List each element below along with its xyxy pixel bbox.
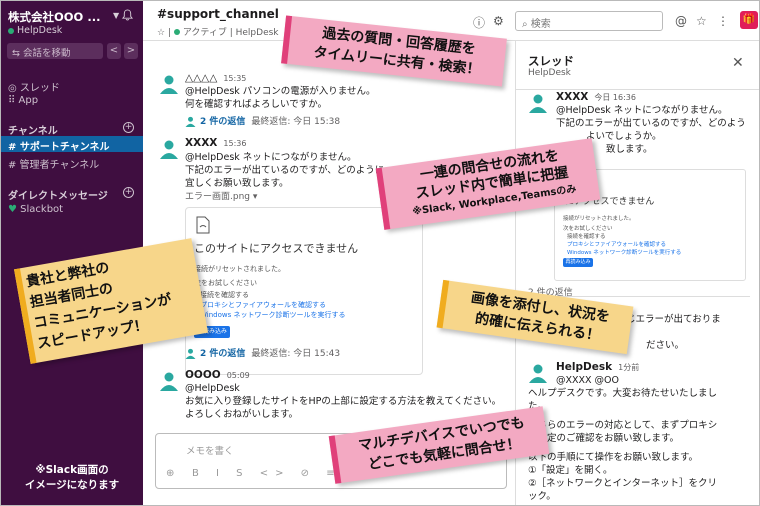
threads-icon: ◎ [8, 83, 20, 94]
message-text: ヘルプデスクです。大変お待たせいたしまし [528, 388, 718, 399]
message-text: お気に入り登録したサイトをHPの上部に設定する方法を教えてください。 [185, 396, 502, 407]
message-text: の設定のご確認をお願い致します。 [528, 433, 680, 444]
error-subtext: 次をお試しください [194, 279, 257, 287]
error-link: プロキシとファイアウォールを確認する [200, 301, 326, 309]
thread-pane: スレッド HelpDesk ✕ XXXX 今日 16:36 @HelpDesk ネ… [515, 41, 759, 505]
sidebar-item-app[interactable]: ⠿ App [8, 95, 38, 106]
message-text: @HelpDesk [185, 383, 240, 394]
error-subtext: 接続がリセットされました。 [194, 265, 285, 273]
avatar [185, 116, 196, 127]
message-text: ②［ネットワークとインターネット］をクリ [528, 478, 718, 489]
message-text: @HelpDesk パソコンの電源が入りません。 [185, 86, 376, 97]
message-text: @HelpDesk ネットにつながりません。 [185, 152, 357, 163]
message-text: ①「設定」を開く。 [528, 465, 613, 476]
message-text: 何を確認すればよろしいですか。 [185, 99, 328, 110]
message-author[interactable]: HelpDesk 1分前 [556, 361, 639, 373]
channels-header[interactable]: チャンネル [8, 122, 58, 137]
error-link: Windows ネットワーク診断ツールを実行する [200, 311, 346, 319]
error-link: 接続を確認する [567, 234, 606, 240]
thread-subtitle[interactable]: HelpDesk [528, 68, 571, 78]
add-dm-icon[interactable]: + [123, 187, 134, 198]
message-text: 下記のエラーが出ているのですが、どのように [185, 165, 385, 176]
error-subtext: 接続がリセットされました。 [563, 216, 635, 222]
sidebar-item-slackbot[interactable]: ♥ Slackbot [8, 204, 63, 215]
forward-button[interactable]: > [124, 43, 138, 59]
divider [516, 89, 759, 90]
error-subtext: 次をお試しください [563, 226, 613, 232]
channel-name[interactable]: #support_channel [157, 7, 279, 21]
message-text: よろしくおねがいします。 [185, 409, 299, 420]
workspace-status: HelpDesk [8, 25, 62, 36]
message-text: ださい。 [646, 340, 685, 351]
message-author[interactable]: OOOO 05:09 [185, 369, 250, 381]
jump-to-box[interactable]: ⇆ 会話を移動 [7, 43, 103, 59]
heart-icon: ♥ [8, 204, 21, 215]
online-dot-icon [8, 27, 14, 34]
info-icon[interactable]: ⓘ [473, 14, 485, 31]
star-icon[interactable]: ☆ [696, 14, 707, 28]
thread-title: スレッド [528, 54, 574, 68]
bell-icon[interactable] [122, 9, 133, 21]
app-grid-icon: ⠿ [8, 95, 19, 106]
slack-screen: 株式会社OOO ... ▼ HelpDesk ⇆ 会話を移動 < > ◎ スレッ… [0, 0, 760, 506]
image-note: ※Slack画面の イメージになります [24, 464, 120, 491]
avatar[interactable] [159, 139, 179, 159]
avatar[interactable] [159, 371, 179, 391]
jump-icon: ⇆ [12, 48, 23, 59]
sidebar-item-admin-channel[interactable]: # 管理者チャンネル [8, 156, 99, 171]
search-icon: ⌕ [522, 19, 531, 30]
channel-meta: ☆ | アクティブ | HelpDesk [157, 28, 279, 38]
attach-icon[interactable]: ⊕ [166, 468, 174, 479]
message-text: 宜しくお願い致します。 [185, 178, 289, 189]
message-text: @XXXX @OO [556, 375, 620, 386]
message-author[interactable]: XXXX 今日 16:36 [556, 91, 636, 103]
message-text: こちらのエラーの対応として、まずプロキシ [528, 420, 718, 431]
message-text: じエラーが出ておりま [626, 314, 721, 325]
star-icon[interactable]: ☆ [157, 28, 165, 38]
error-link: プロキシとファイアウォールを確認する [567, 242, 667, 248]
avatar[interactable] [528, 93, 548, 113]
close-icon[interactable]: ✕ [732, 55, 744, 71]
thread-replies-link[interactable]: 2 件の返信 最終返信: 今日 15:38 [185, 114, 340, 127]
message-text: 下記のエラーが出ているのですが、どのよう [556, 118, 746, 129]
error-title: このサイトにアクセスできません [194, 242, 359, 255]
sidebar-item-support-channel[interactable]: # サポートチャンネル [1, 136, 143, 153]
message-text: ック。 [528, 491, 556, 502]
thread-replies-link[interactable]: 2 件の返信 最終返信: 今日 15:43 [185, 346, 340, 359]
mention-icon[interactable]: @ [675, 14, 687, 28]
active-dot-icon [173, 29, 180, 35]
message-text: @HelpDesk ネットにつながりません。 [556, 105, 728, 116]
message-text: 致します。 [606, 144, 653, 155]
workspace-name[interactable]: 株式会社OOO ... [8, 9, 100, 25]
gift-icon[interactable]: 🎁 [740, 11, 758, 29]
more-icon[interactable]: ⋮ [717, 14, 729, 28]
error-link: 接続を確認する [200, 291, 249, 299]
gear-icon[interactable]: ⚙ [493, 14, 504, 28]
sidebar-item-threads[interactable]: ◎ スレッド [8, 79, 60, 94]
chevron-down-icon[interactable]: ▼ [113, 11, 119, 20]
message-text: よいでしょうか。 [586, 131, 662, 142]
message-author[interactable]: XXXX 15:36 [185, 137, 246, 149]
search-input[interactable]: ⌕ 検索 [515, 11, 663, 31]
reload-button: 再読み込み [563, 258, 593, 267]
avatar[interactable] [159, 74, 179, 94]
attachment-filename[interactable]: エラー画面.png ▾ [185, 191, 257, 204]
avatar[interactable] [528, 363, 548, 383]
message-author[interactable]: △△△△ 15:35 [185, 72, 246, 84]
avatar [185, 348, 196, 359]
add-channel-icon[interactable]: + [123, 122, 134, 133]
message-text: 以下の手順にて操作をお願い致します。 [528, 452, 699, 463]
back-button[interactable]: < [107, 43, 121, 59]
composer-placeholder: メモを書く [186, 446, 234, 457]
document-icon [196, 216, 210, 234]
error-link: Windows ネットワーク診断ツールを実行する [567, 250, 682, 256]
dm-header[interactable]: ダイレクトメッセージ [8, 187, 108, 202]
